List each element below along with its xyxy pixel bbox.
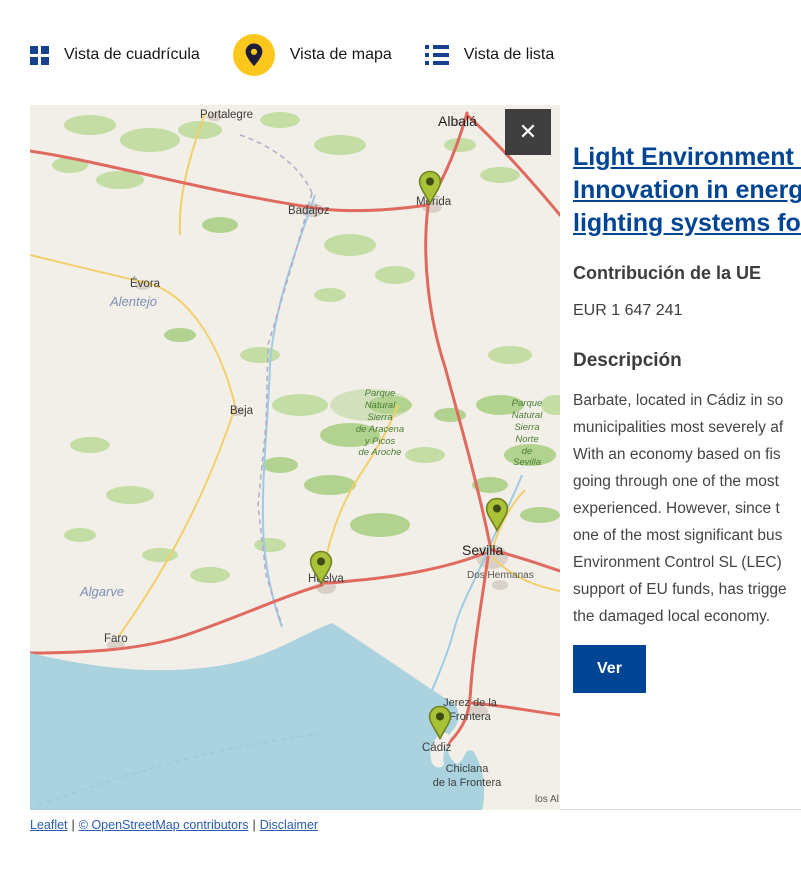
project-title-line: Innovation in energy — [573, 174, 801, 207]
grid-view-button[interactable]: Vista de cuadrícula — [30, 46, 200, 65]
map-place-label: Portalegre — [200, 108, 253, 122]
list-view-label: Vista de lista — [464, 46, 554, 64]
map-place-label: los Al — [535, 794, 559, 807]
disclaimer-link[interactable]: Disclaimer — [260, 818, 318, 832]
description-line: Environment Control SL (LEC) — [573, 549, 801, 576]
map-place-label: Faro — [104, 632, 128, 646]
osm-link[interactable]: © OpenStreetMap contributors — [79, 818, 249, 832]
attribution-separator: | — [72, 818, 75, 832]
map-place-label: Albalá — [438, 113, 477, 131]
map-view-label: Vista de mapa — [290, 46, 392, 64]
map-container[interactable]: PortalegreAlbaláMéridaBadajozÉvoraAlente… — [30, 105, 560, 810]
map-marker-icon[interactable] — [418, 170, 442, 205]
eu-contribution-label: Contribución de la UE — [573, 263, 801, 284]
map-place-label: Alentejo — [110, 294, 157, 310]
description-line: going through one of the most — [573, 468, 801, 495]
description-line: municipalities most severely af — [573, 414, 801, 441]
map-place-label: Parque Natural Sierra de Aracena y Picos… — [356, 388, 404, 459]
map-pin-icon — [233, 34, 275, 76]
close-button[interactable]: ✕ — [505, 109, 551, 155]
grid-icon — [30, 46, 49, 65]
map-place-label: Évora — [130, 277, 160, 291]
description-text: Barbate, located in Cádiz in somunicipal… — [573, 387, 801, 630]
map-marker-icon[interactable] — [309, 550, 333, 585]
page: Vista de cuadrícula Vista de mapa Vista … — [0, 0, 801, 888]
list-view-button[interactable]: Vista de lista — [425, 45, 554, 65]
detail-panel: Light Environment C Innovation in energy… — [560, 105, 801, 810]
description-line: experienced. However, since t — [573, 495, 801, 522]
description-line: Barbate, located in Cádiz in so — [573, 387, 801, 414]
leaflet-link[interactable]: Leaflet — [30, 818, 68, 832]
list-icon — [425, 45, 449, 65]
ver-button[interactable]: Ver — [573, 645, 646, 693]
map-place-label: Chiclana de la Frontera — [433, 763, 501, 791]
project-title-link[interactable]: Light Environment C Innovation in energy… — [573, 141, 801, 240]
eu-contribution-value: EUR 1 647 241 — [573, 302, 801, 320]
description-line: one of the most significant bus — [573, 522, 801, 549]
description-line: support of EU funds, has trigge — [573, 576, 801, 603]
view-toolbar: Vista de cuadrícula Vista de mapa Vista … — [30, 28, 554, 82]
description-heading: Descripción — [573, 350, 801, 372]
map-place-label: Dos Hermanas — [467, 570, 534, 583]
map-place-label: Beja — [230, 404, 253, 418]
description-line: With an economy based on fis — [573, 441, 801, 468]
attribution-separator: | — [253, 818, 256, 832]
project-title-line: lighting systems for — [573, 207, 801, 240]
map-view-button[interactable]: Vista de mapa — [233, 34, 392, 76]
map-place-label: Badajoz — [288, 204, 330, 218]
description-line: the damaged local economy. — [573, 603, 801, 630]
map-place-label: Parque Natural Sierra Norte de Sevilla — [511, 398, 544, 469]
map-attribution: Leaflet | © OpenStreetMap contributors | Dis… — [30, 818, 318, 832]
map-marker-icon[interactable] — [485, 497, 509, 532]
project-title-line: Light Environment C — [573, 141, 801, 174]
map-place-label: Algarve — [80, 584, 124, 600]
grid-view-label: Vista de cuadrícula — [64, 46, 200, 64]
map-place-label: Sevilla — [462, 542, 503, 560]
map-marker-icon[interactable] — [428, 705, 452, 740]
map-place-label: Cádiz — [422, 741, 451, 755]
